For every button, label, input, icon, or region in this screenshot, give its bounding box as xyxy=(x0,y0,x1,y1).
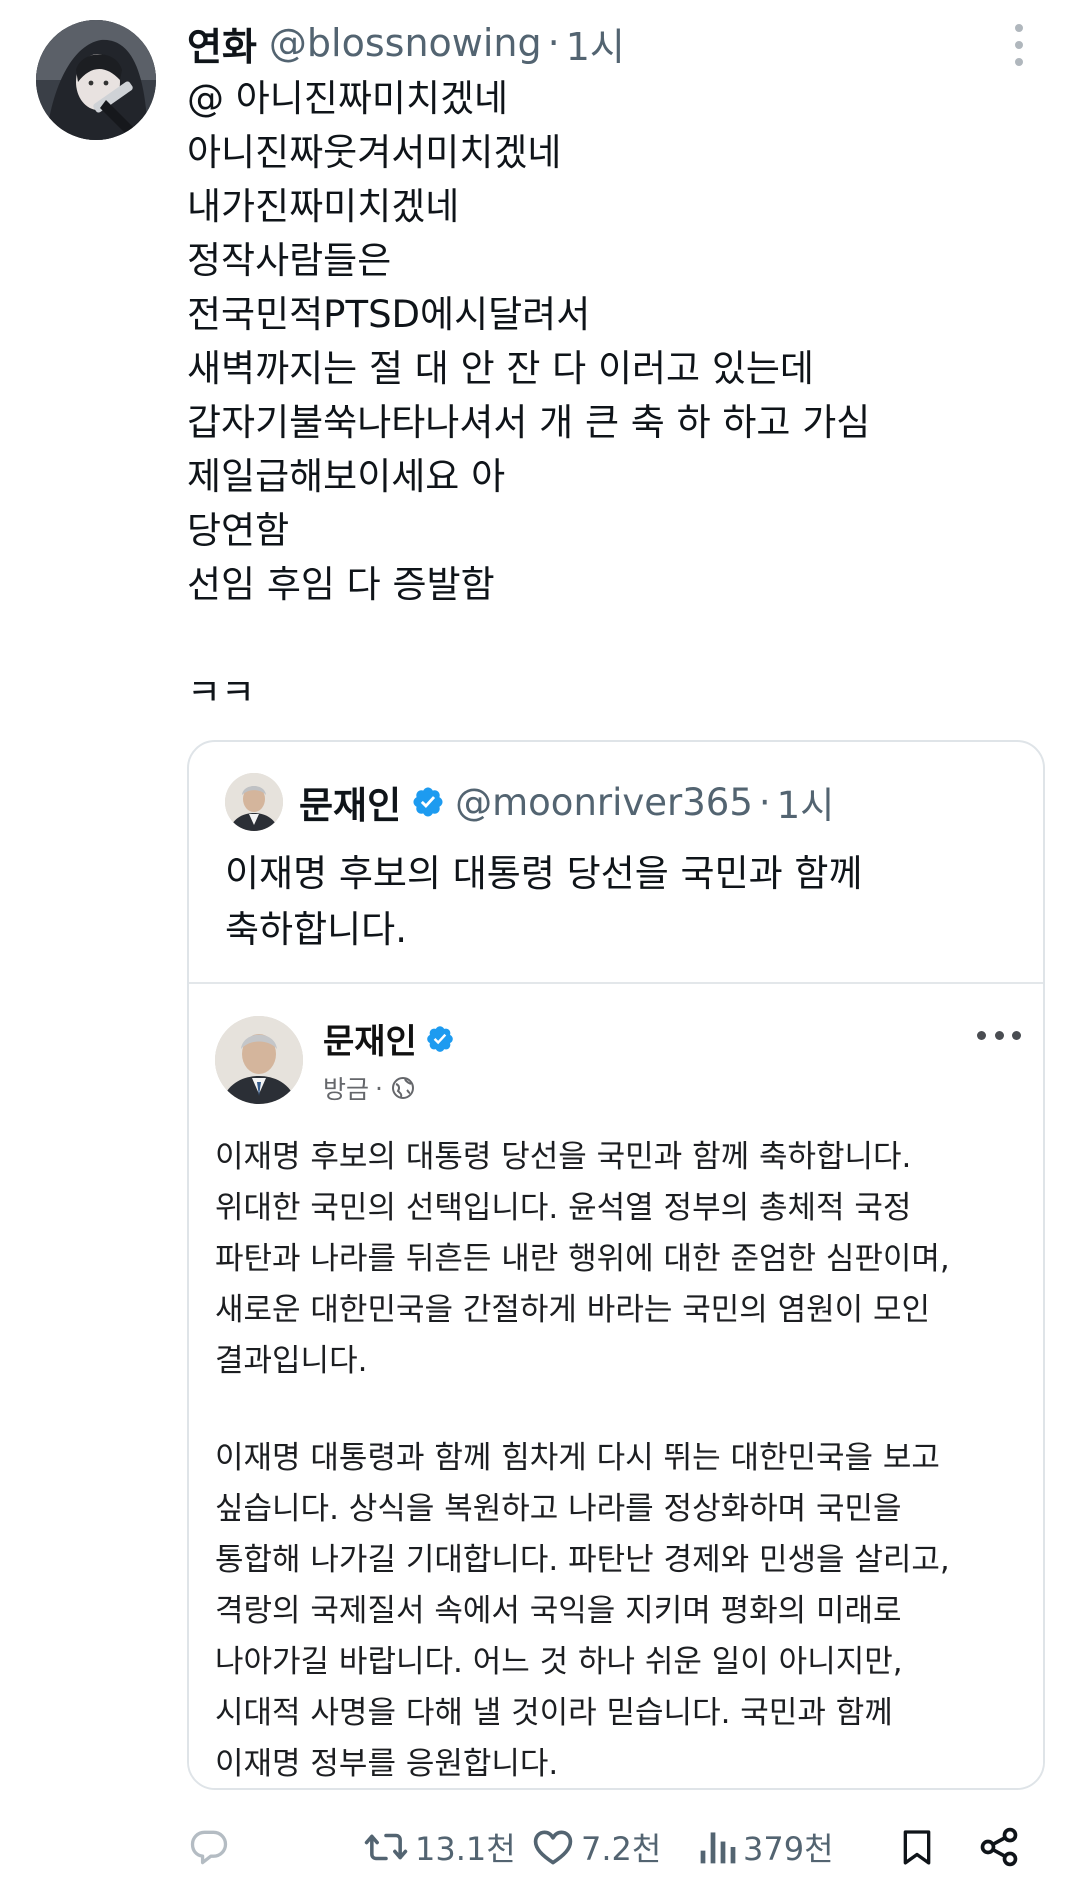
tweet-line: 전국민적PTSD에시달려서 xyxy=(187,293,591,336)
tweet-text: @ 아니진짜미치겠네 아니진짜웃겨서미치겠네 내가진짜미치겠네 정작사람들은 전… xyxy=(187,72,1047,720)
more-vertical-icon[interactable] xyxy=(1004,24,1034,66)
facebook-post-line: 이재명 정부를 응원합니다. xyxy=(215,1746,559,1782)
verified-badge-icon xyxy=(413,787,443,817)
quoted-tweet-card[interactable]: 문재인 @moonriver365 · 1시 이재명 후보의 대통령 당선을 국… xyxy=(187,740,1045,1790)
tweet-line: 제일급해보이세요 아 xyxy=(187,455,506,498)
facebook-post-author: 문재인 xyxy=(323,1014,465,1063)
globe-icon xyxy=(391,1077,414,1099)
facebook-post-line: 격랑의 국제질서 속에서 국익을 지키며 평화의 미래로 xyxy=(215,1593,902,1629)
tweet-action-bar: 13.1천 7.2천 379천 xyxy=(187,1822,1047,1872)
tweet-line: @ 아니진짜미치겠네 xyxy=(187,77,509,120)
bookmark-button[interactable] xyxy=(897,1822,937,1872)
quoted-tweet-text: 이재명 후보의 대통령 당선을 국민과 함께 축하합니다. xyxy=(225,846,1005,958)
tweet-header: 연화 @blossnowing · 1시 xyxy=(187,16,625,71)
facebook-post-time: 방금 xyxy=(323,1075,370,1104)
facebook-post-line: 이재명 대통령과 함께 힘차게 다시 뛰는 대한민국을 보고 xyxy=(215,1440,940,1476)
facebook-post-line: 통합해 나가길 기대합니다. 파탄난 경제와 민생을 살리고, xyxy=(215,1542,950,1578)
facebook-post-line: 위대한 국민의 선택입니다. 윤석열 정부의 총체적 국정 xyxy=(215,1190,912,1226)
quoted-author-name[interactable]: 문재인 xyxy=(299,775,401,829)
tweet-line: 당연함 xyxy=(187,509,290,552)
more-horizontal-icon xyxy=(977,1030,1021,1040)
bookmark-icon xyxy=(903,1830,931,1865)
facebook-meta-separator: · xyxy=(375,1073,383,1103)
facebook-post-line: 결과입니다. xyxy=(215,1343,368,1379)
views-count: 379천 xyxy=(743,1830,834,1868)
tweet-line: 새벽까지는 절 대 안 잔 다 이러고 있는데 xyxy=(187,347,814,390)
retweet-icon xyxy=(364,1833,408,1861)
facebook-post-line: 나아가길 바랍니다. 어느 것 하나 쉬운 일이 아니지만, xyxy=(215,1644,903,1680)
share-button[interactable] xyxy=(977,1822,1021,1872)
quoted-tweet-header: 문재인 @moonriver365 · 1시 xyxy=(225,772,834,832)
tweet-line: 갑자기불쑥나타나셔서 개 큰 축 하 하고 가심 xyxy=(187,401,871,444)
tweet-line: 내가진짜미치겠네 xyxy=(187,185,460,228)
facebook-post-line: 시대적 사명을 다해 낼 것이라 믿습니다. 국민과 함께 xyxy=(215,1695,893,1731)
facebook-post-line: 싶습니다. 상식을 복원하고 나라를 정상화하며 국민을 xyxy=(215,1491,902,1527)
views-button[interactable]: 379천 xyxy=(697,1822,834,1872)
retweet-count: 13.1천 xyxy=(415,1830,516,1868)
tweet-line: ㅋㅋ xyxy=(187,671,256,714)
attached-image[interactable]: 문재인 방금 · 이재명 후보의 대통령 당선을 국민과 함께 축하합니다. 위… xyxy=(189,984,1043,1788)
views-icon xyxy=(700,1832,736,1864)
heart-icon xyxy=(533,1830,573,1865)
reply-button[interactable] xyxy=(187,1822,231,1872)
quoted-tweet-timestamp[interactable]: 1시 xyxy=(777,775,835,829)
author-handle[interactable]: @blossnowing xyxy=(269,21,542,65)
quoted-header-separator: · xyxy=(758,780,771,824)
author-avatar[interactable] xyxy=(36,20,156,140)
facebook-post-line: 새로운 대한민국을 간절하게 바라는 국민의 염원이 모인 xyxy=(215,1292,931,1328)
verified-badge-icon xyxy=(427,1025,453,1052)
like-count: 7.2천 xyxy=(581,1830,662,1868)
facebook-post-line: 이재명 후보의 대통령 당선을 국민과 함께 축하합니다. xyxy=(215,1139,912,1175)
facebook-post-meta: 방금 · xyxy=(323,1070,415,1106)
share-icon xyxy=(980,1827,1018,1867)
quoted-text-line: 축하합니다. xyxy=(225,908,407,951)
facebook-post-avatar xyxy=(215,1016,303,1104)
reply-icon xyxy=(190,1830,228,1865)
facebook-post-line: 파탄과 나라를 뒤흔든 내란 행위에 대한 준엄한 심판이며, xyxy=(215,1241,950,1277)
quoted-author-handle[interactable]: @moonriver365 xyxy=(455,781,753,824)
quoted-text-line: 이재명 후보의 대통령 당선을 국민과 함께 xyxy=(225,852,863,895)
author-name[interactable]: 연화 xyxy=(187,16,257,71)
retweet-button[interactable]: 13.1천 xyxy=(363,1822,516,1872)
facebook-post-body: 이재명 후보의 대통령 당선을 국민과 함께 축하합니다. 위대한 국민의 선택… xyxy=(215,1132,1025,1788)
tweet-timestamp[interactable]: 1시 xyxy=(566,16,625,71)
tweet-line: 정작사람들은 xyxy=(187,239,392,282)
quoted-author-avatar[interactable] xyxy=(225,773,283,831)
facebook-author-name: 문재인 xyxy=(323,1022,417,1062)
tweet-line: 아니진짜웃겨서미치겠네 xyxy=(187,131,562,174)
header-separator: · xyxy=(547,21,560,65)
tweet-line: 선임 후임 다 증발함 xyxy=(187,563,495,606)
like-button[interactable]: 7.2천 xyxy=(531,1822,661,1872)
